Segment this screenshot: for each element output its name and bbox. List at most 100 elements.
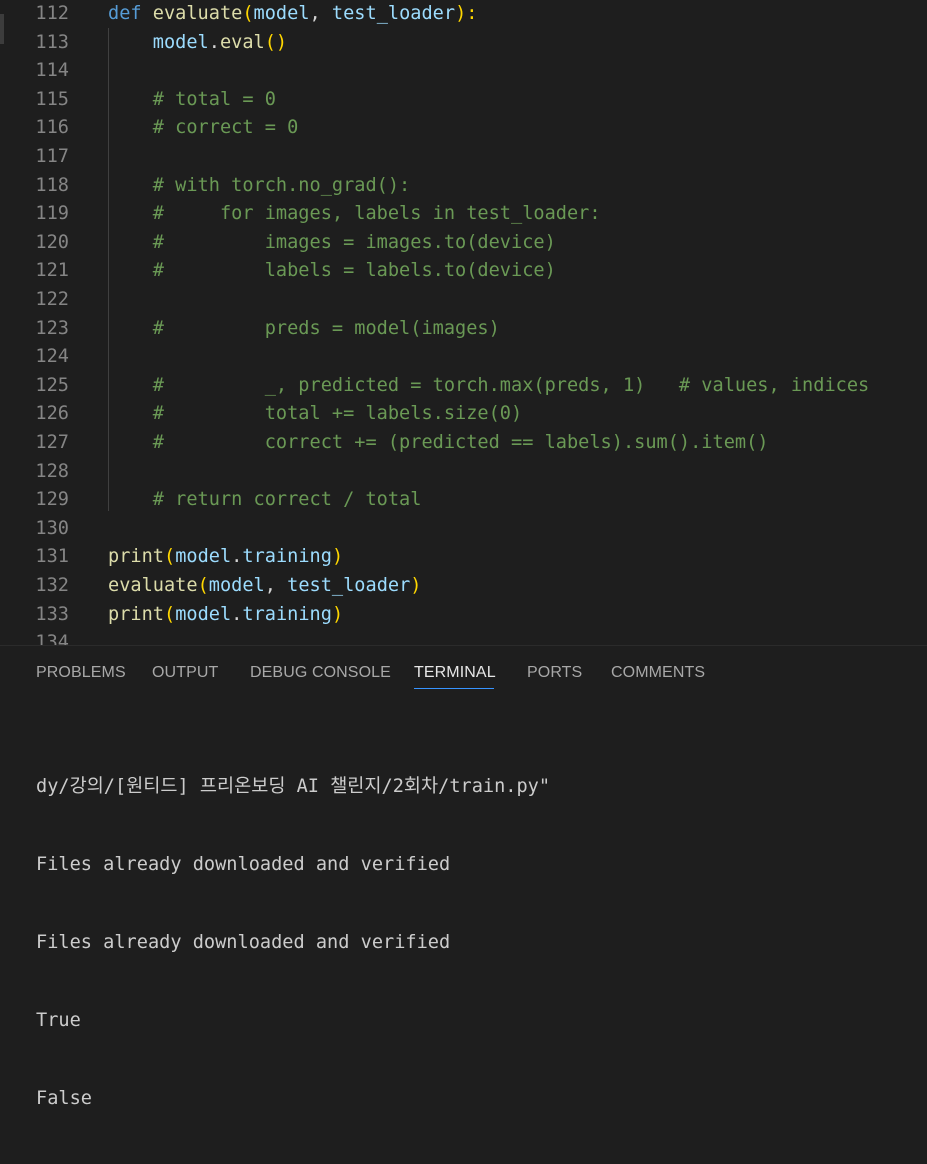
code-line[interactable]: 120 # images = images.to(device)	[0, 229, 927, 257]
code-line[interactable]: 127 # correct += (predicted == labels).s…	[0, 429, 927, 457]
code-token: eval	[219, 31, 265, 53]
terminal-line: False	[36, 1088, 92, 1109]
code-token: # correct = 0	[108, 117, 299, 139]
code-line[interactable]: 131 print(model.training)	[0, 543, 927, 571]
code-line[interactable]: 112 def evaluate(model, test_loader):	[0, 0, 927, 28]
code-token: print	[108, 546, 164, 568]
code-token: # labels = labels.to(device)	[108, 260, 556, 282]
code-token: # correct += (predicted == labels).sum()…	[108, 432, 769, 453]
line-number: 117	[35, 146, 69, 167]
code-text: # labels = labels.to(device)	[108, 257, 556, 285]
code-text: # correct += (predicted == labels).sum()…	[108, 429, 769, 457]
code-token: (	[242, 3, 254, 24]
panel-tabs: PROBLEMS OUTPUT DEBUG CONSOLE TERMINAL P…	[0, 646, 927, 702]
tab-comments[interactable]: COMMENTS	[611, 664, 705, 682]
terminal-line: dy/강의/[원티드] 프리온보딩 AI 챌린지/2회차/train.py"	[36, 776, 551, 797]
line-number: 114	[35, 60, 69, 82]
terminal-line: Files already downloaded and verified	[36, 932, 451, 953]
code-text: model.eval()	[108, 29, 287, 57]
code-line[interactable]: 124	[0, 343, 927, 371]
line-number: 134	[35, 632, 69, 645]
code-line[interactable]: 123 # preds = model(images)	[0, 315, 927, 343]
code-line[interactable]: 125 # _, predicted = torch.max(preds, 1)…	[0, 372, 927, 400]
code-line[interactable]: 118 # with torch.no_grad():	[0, 172, 927, 200]
code-line[interactable]: 121 # labels = labels.to(device)	[0, 257, 927, 285]
tab-ports[interactable]: PORTS	[527, 664, 582, 682]
code-token: (	[197, 575, 209, 596]
code-token: # _, predicted = torch.max(preds, 1) # v…	[108, 374, 870, 396]
code-token: test_loader	[331, 3, 456, 24]
code-token: model	[253, 3, 310, 24]
code-line[interactable]: 115 # total = 0	[0, 86, 927, 114]
code-text: print(model.training)	[108, 601, 343, 629]
line-number: 119	[35, 203, 69, 225]
line-number: 115	[35, 88, 69, 110]
code-line[interactable]: 113 model.eval()	[0, 29, 927, 57]
code-line[interactable]: 128	[0, 458, 927, 486]
code-token: (	[163, 603, 176, 625]
code-token: ,	[309, 3, 332, 24]
code-line[interactable]: 117	[0, 143, 927, 171]
code-text: # for images, labels in test_loader:	[108, 200, 601, 228]
code-token: print	[108, 603, 164, 625]
code-token: # for images, labels in test_loader:	[108, 203, 601, 225]
code-token: ()	[264, 31, 288, 53]
code-token: # total += labels.size(0)	[108, 403, 523, 425]
code-token: # total = 0	[108, 88, 276, 110]
code-text: # total = 0	[108, 86, 276, 114]
code-token: model	[175, 603, 232, 625]
line-number: 125	[35, 374, 69, 396]
code-line[interactable]: 114	[0, 57, 927, 85]
code-line[interactable]: 133 print(model.training)	[0, 601, 927, 629]
bottom-panel: PROBLEMS OUTPUT DEBUG CONSOLE TERMINAL P…	[0, 645, 927, 1109]
code-token: )	[410, 575, 422, 596]
code-token: # with torch.no_grad():	[108, 174, 411, 196]
code-token: test_loader	[287, 575, 411, 596]
code-token: evaluate	[108, 575, 198, 596]
terminal-output[interactable]: dy/강의/[원티드] 프리온보딩 AI 챌린지/2회차/train.py" F…	[36, 722, 550, 1164]
code-line[interactable]: 119 # for images, labels in test_loader:	[0, 200, 927, 228]
terminal-line: Files already downloaded and verified	[36, 854, 451, 875]
code-token: training	[242, 603, 332, 625]
line-number: 118	[35, 174, 69, 196]
code-text: # correct = 0	[108, 114, 299, 142]
tab-debug-console[interactable]: DEBUG CONSOLE	[250, 664, 391, 682]
line-number: 130	[35, 517, 69, 539]
code-line[interactable]: 129 # return correct / total	[0, 486, 927, 514]
code-token: .	[231, 546, 243, 568]
tab-terminal[interactable]: TERMINAL	[414, 664, 496, 682]
code-token: model	[108, 31, 209, 53]
tab-problems[interactable]: PROBLEMS	[36, 664, 126, 682]
code-line[interactable]: 126 # total += labels.size(0)	[0, 400, 927, 428]
line-number: 116	[35, 117, 69, 139]
code-line[interactable]: 130	[0, 515, 927, 543]
code-token: )	[331, 603, 344, 625]
code-token: (	[163, 546, 176, 568]
code-text: # return correct / total	[108, 486, 422, 514]
code-text: evaluate(model, test_loader)	[108, 572, 421, 600]
code-token: ,	[264, 575, 288, 596]
line-number: 112	[35, 3, 69, 24]
code-text: # preds = model(images)	[108, 315, 500, 343]
code-token: model	[175, 546, 232, 568]
tab-output[interactable]: OUTPUT	[152, 664, 218, 682]
line-number: 124	[35, 346, 69, 368]
code-token: )	[331, 546, 344, 568]
code-token: .	[231, 603, 243, 625]
line-number: 131	[35, 546, 69, 568]
code-token: # return correct / total	[108, 489, 422, 511]
line-number: 120	[35, 231, 69, 253]
code-token: model	[208, 575, 265, 596]
code-line[interactable]: 134	[0, 629, 927, 645]
code-token: # preds = model(images)	[108, 317, 500, 339]
code-text: # _, predicted = torch.max(preds, 1) # v…	[108, 372, 869, 400]
line-number: 129	[35, 489, 69, 511]
code-editor[interactable]: 112 def evaluate(model, test_loader): 113 …	[0, 0, 927, 645]
line-number: 113	[35, 31, 69, 53]
code-line[interactable]: 132 evaluate(model, test_loader)	[0, 572, 927, 600]
line-number: 127	[35, 432, 69, 453]
code-line[interactable]: 122	[0, 286, 927, 314]
code-text: print(model.training)	[108, 543, 343, 571]
code-line[interactable]: 116 # correct = 0	[0, 114, 927, 142]
line-number: 122	[35, 289, 69, 310]
